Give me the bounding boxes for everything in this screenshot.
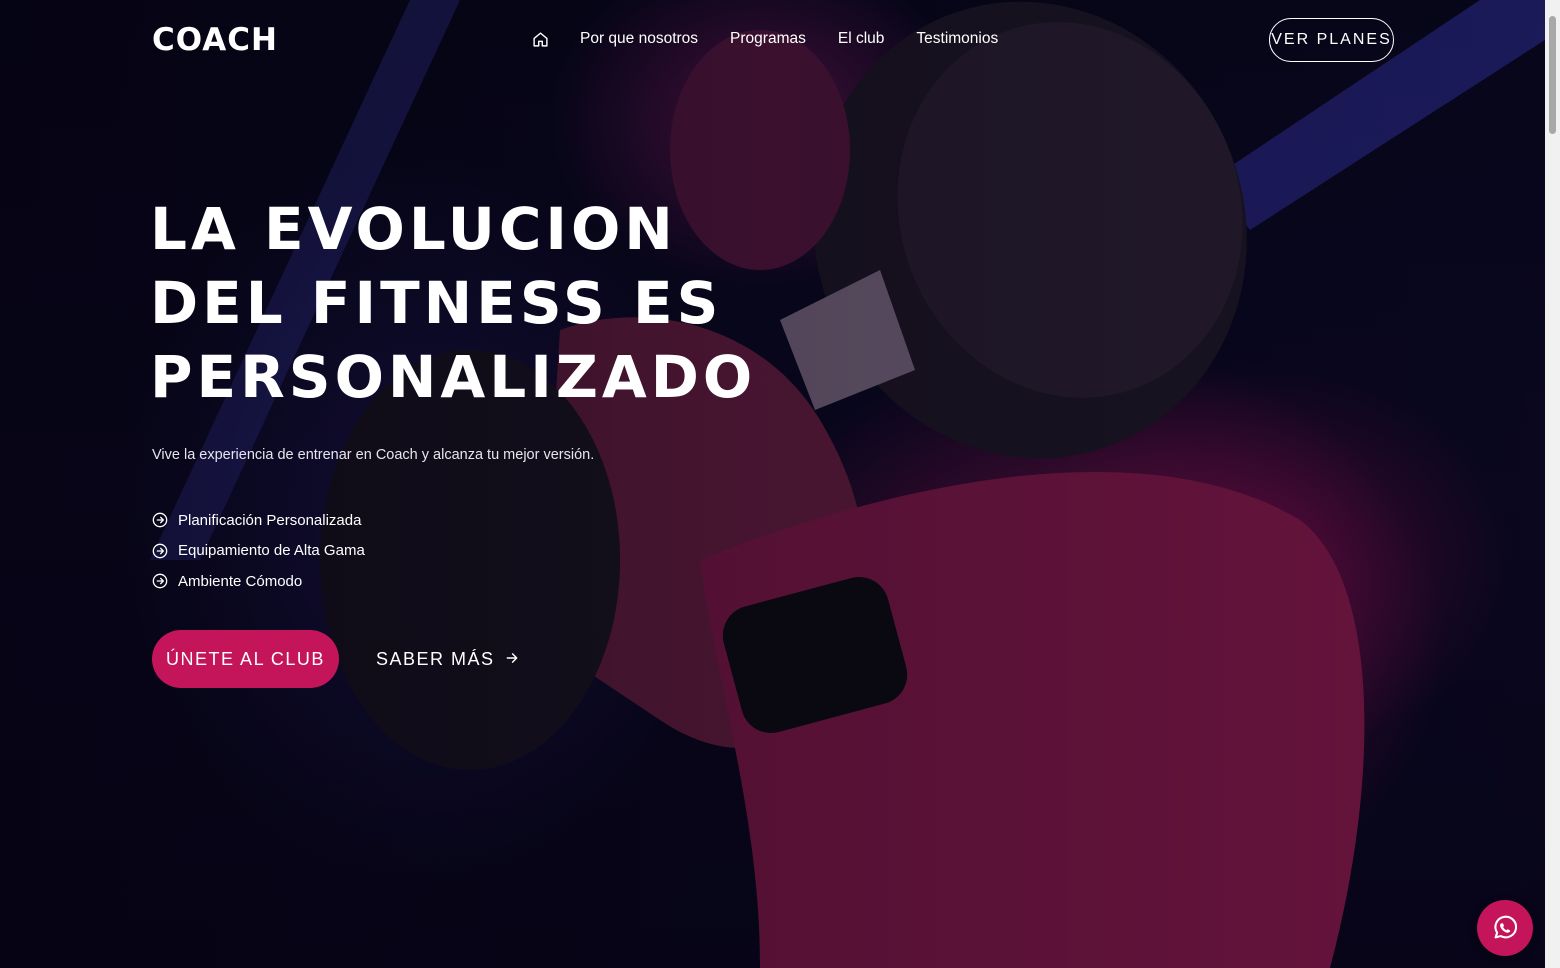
hero-title-line: DEL FITNESS ES: [150, 269, 723, 337]
nav-link-testimonios[interactable]: Testimonios: [916, 28, 998, 50]
brand-logo[interactable]: COACH: [152, 25, 278, 56]
arrow-right-icon: [505, 649, 519, 670]
feature-item: Ambiente Cómodo: [152, 566, 365, 597]
feature-label: Equipamiento de Alta Gama: [178, 542, 365, 560]
home-icon[interactable]: [530, 28, 550, 50]
feature-label: Planificación Personalizada: [178, 511, 362, 529]
page-scrollbar[interactable]: [1545, 0, 1560, 968]
hero-title: LA EVOLUCION DEL FITNESS ES PERSONALIZAD…: [150, 192, 850, 414]
join-club-button[interactable]: ÚNETE AL CLUB: [152, 630, 339, 688]
arrow-circle-right-icon: [152, 543, 168, 559]
ver-planes-button[interactable]: VER PLANES: [1269, 18, 1394, 62]
arrow-circle-right-icon: [152, 573, 168, 589]
whatsapp-icon[interactable]: [1477, 900, 1533, 956]
feature-label: Ambiente Cómodo: [178, 572, 303, 590]
learn-more-label: SABER MÁS: [376, 648, 495, 669]
feature-item: Equipamiento de Alta Gama: [152, 536, 365, 567]
hero-title-line: LA EVOLUCION: [150, 195, 677, 263]
hero-title-line: PERSONALIZADO: [150, 343, 757, 411]
arrow-circle-right-icon: [152, 512, 168, 528]
feature-item: Planificación Personalizada: [152, 505, 365, 536]
nav-link-el-club[interactable]: El club: [838, 28, 885, 50]
hero-subtitle: Vive la experiencia de entrenar en Coach…: [152, 447, 595, 463]
nav-link-por-que-nosotros[interactable]: Por que nosotros: [580, 28, 698, 50]
main-nav: Por que nosotros Programas El club Testi…: [530, 28, 1030, 50]
hero-background-image: [0, 0, 1545, 968]
learn-more-button[interactable]: SABER MÁS: [376, 646, 519, 672]
nav-link-programas[interactable]: Programas: [730, 28, 806, 50]
scrollbar-thumb[interactable]: [1549, 16, 1556, 134]
feature-list: Planificación Personalizada Equipamiento…: [152, 505, 365, 597]
